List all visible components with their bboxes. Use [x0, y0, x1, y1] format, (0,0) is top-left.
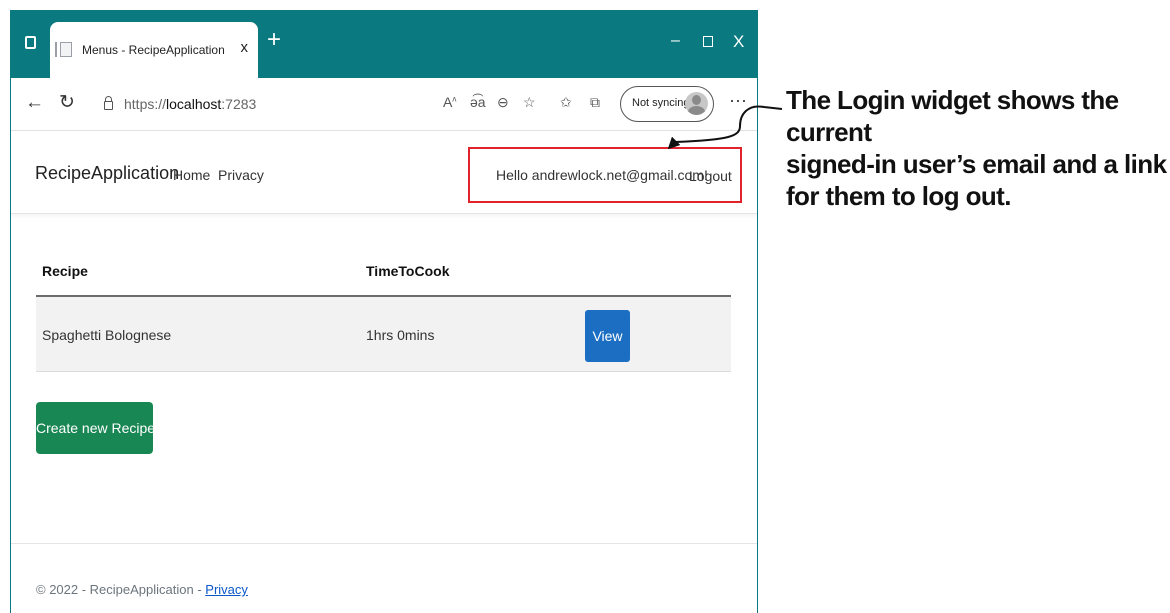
favorites-icon[interactable]: ✩: [560, 94, 572, 111]
annotation-line: signed-in user’s email and a link: [786, 149, 1167, 179]
lock-icon[interactable]: [104, 96, 113, 110]
address-toolbar: ← ↻ https://localhost:7283 Aʌ ə͡a ⊖ ☆ ✩ …: [11, 78, 757, 131]
maximize-button[interactable]: [703, 36, 713, 47]
browser-tab[interactable]: Menus - RecipeApplication x: [50, 22, 258, 78]
collections-icon[interactable]: ⧉: [590, 94, 600, 111]
url-host: localhost: [166, 96, 222, 112]
column-header-time: TimeToCook: [366, 263, 450, 279]
web-page: RecipeApplication Home Privacy Hello and…: [11, 131, 757, 613]
nav-privacy-link[interactable]: Privacy: [218, 167, 264, 183]
table-row: Spaghetti Bolognese 1hrs 0mins View: [36, 297, 731, 372]
address-bar[interactable]: https://localhost:7283: [124, 96, 256, 112]
new-tab-button[interactable]: +: [267, 28, 281, 52]
recipes-table: Recipe TimeToCook Spaghetti Bolognese 1h…: [36, 247, 731, 372]
favorite-add-icon[interactable]: ☆: [523, 94, 536, 111]
more-icon[interactable]: ···: [729, 90, 747, 111]
avatar: [685, 92, 708, 115]
back-icon[interactable]: ←: [25, 93, 44, 113]
nav-home-link[interactable]: Home: [173, 167, 210, 183]
tab-title: Menus - RecipeApplication: [82, 43, 225, 57]
annotation-line: The Login widget shows the current: [786, 85, 1119, 147]
profile-sync-button[interactable]: Not syncing: [620, 86, 714, 122]
annotation-text: The Login widget shows the current signe…: [786, 84, 1170, 212]
annotation-line: for them to log out.: [786, 181, 1011, 211]
user-greeting[interactable]: Hello andrewlock.net@gmail.com!: [496, 167, 708, 183]
footer: © 2022 - RecipeApplication - Privacy: [11, 543, 757, 613]
view-button[interactable]: View: [585, 310, 630, 362]
zoom-icon[interactable]: ⊖: [497, 94, 509, 111]
table-header: Recipe TimeToCook: [36, 247, 731, 297]
logout-button[interactable]: Logout: [689, 168, 732, 184]
column-header-recipe: Recipe: [42, 263, 88, 279]
login-widget-highlight: Hello andrewlock.net@gmail.com! Logout: [468, 147, 742, 203]
footer-text: © 2022 - RecipeApplication - Privacy: [36, 582, 248, 597]
page-icon: [55, 42, 72, 57]
close-window-button[interactable]: X: [733, 32, 744, 52]
footer-copyright: © 2022 - RecipeApplication -: [36, 582, 206, 597]
footer-privacy-link[interactable]: Privacy: [205, 582, 248, 597]
read-aloud-icon[interactable]: Aʌ: [443, 94, 456, 110]
reload-icon[interactable]: ↻: [59, 93, 75, 113]
url-port: :7283: [221, 96, 257, 112]
close-tab-icon[interactable]: x: [241, 39, 249, 56]
url-scheme: https://: [124, 96, 167, 112]
site-navbar: RecipeApplication Home Privacy Hello and…: [11, 131, 757, 214]
create-recipe-button[interactable]: Create new Recipe: [36, 402, 155, 454]
window-menu-icon[interactable]: [25, 36, 36, 49]
minimize-button[interactable]: –: [671, 32, 680, 50]
translate-icon[interactable]: ə͡a: [470, 94, 486, 110]
recipe-name: Spaghetti Bolognese: [42, 327, 172, 343]
brand-link[interactable]: RecipeApplication: [35, 163, 179, 184]
sync-status: Not syncing: [632, 97, 690, 109]
title-bar: Menus - RecipeApplication x + – X: [11, 10, 757, 78]
browser-window: Menus - RecipeApplication x + – X ← ↻ ht…: [10, 10, 758, 613]
recipe-time: 1hrs 0mins: [366, 327, 435, 343]
